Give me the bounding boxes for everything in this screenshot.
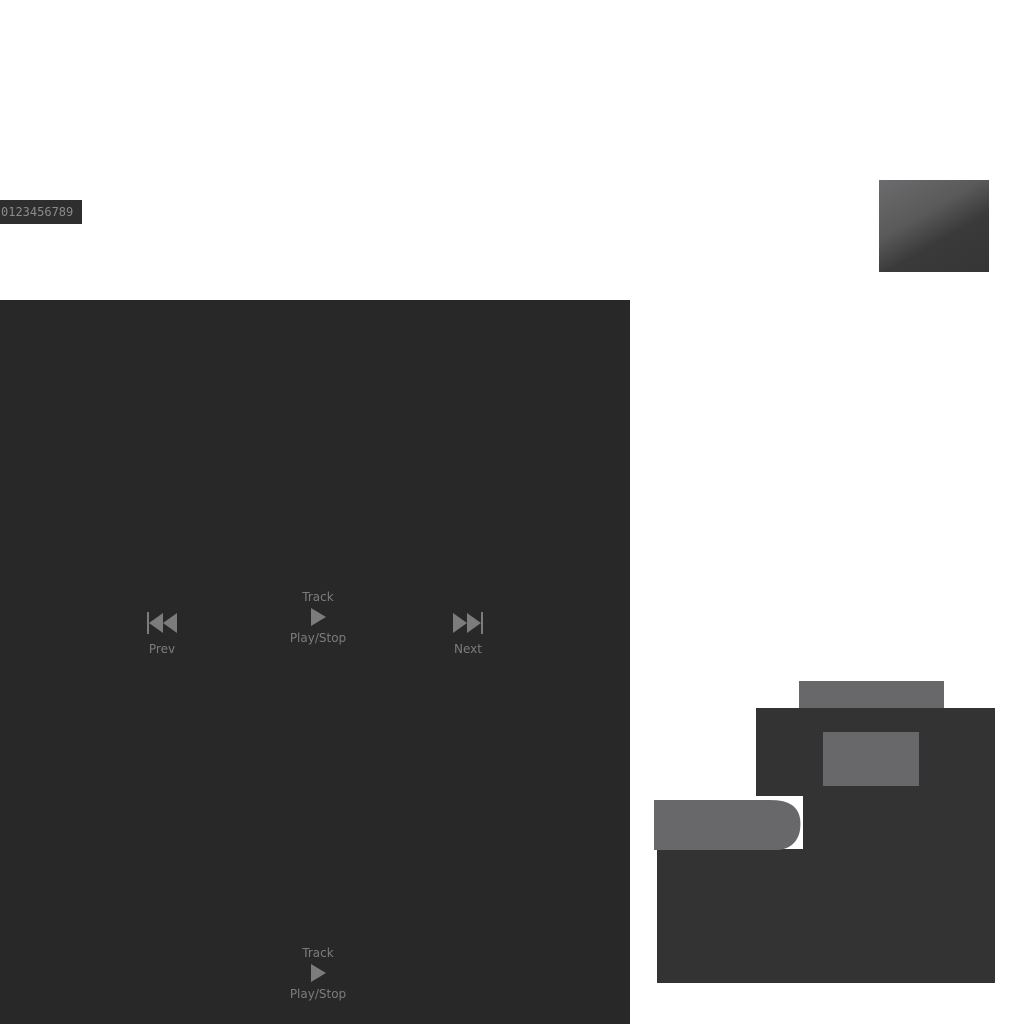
prev-button[interactable]: Prev xyxy=(140,611,184,656)
inner-rect-shape xyxy=(823,732,919,786)
play-stop-button-secondary[interactable]: Track Play/Stop xyxy=(282,946,354,1001)
left-tab-shape xyxy=(654,800,801,850)
play-stop-label: Play/Stop xyxy=(289,631,347,645)
track-label: Track xyxy=(302,590,334,604)
track-label: Track xyxy=(302,946,334,960)
play-stop-button[interactable]: Track Play/Stop xyxy=(282,590,354,645)
play-icon xyxy=(282,963,354,983)
prev-label: Prev xyxy=(148,642,176,656)
top-tab-shape xyxy=(799,681,944,709)
player-panel: Prev Track Play/Stop Next Track Play/Sto… xyxy=(0,300,630,1024)
skip-previous-icon xyxy=(140,611,184,635)
next-label: Next xyxy=(454,642,482,656)
play-stop-label: Play/Stop xyxy=(289,987,347,1001)
digit-strip: 0123456789 xyxy=(0,200,82,224)
next-button[interactable]: Next xyxy=(446,611,490,656)
play-icon xyxy=(282,607,354,627)
gradient-swatch xyxy=(879,180,989,272)
skip-next-icon xyxy=(446,611,490,635)
decorative-shapes xyxy=(640,670,1010,1000)
